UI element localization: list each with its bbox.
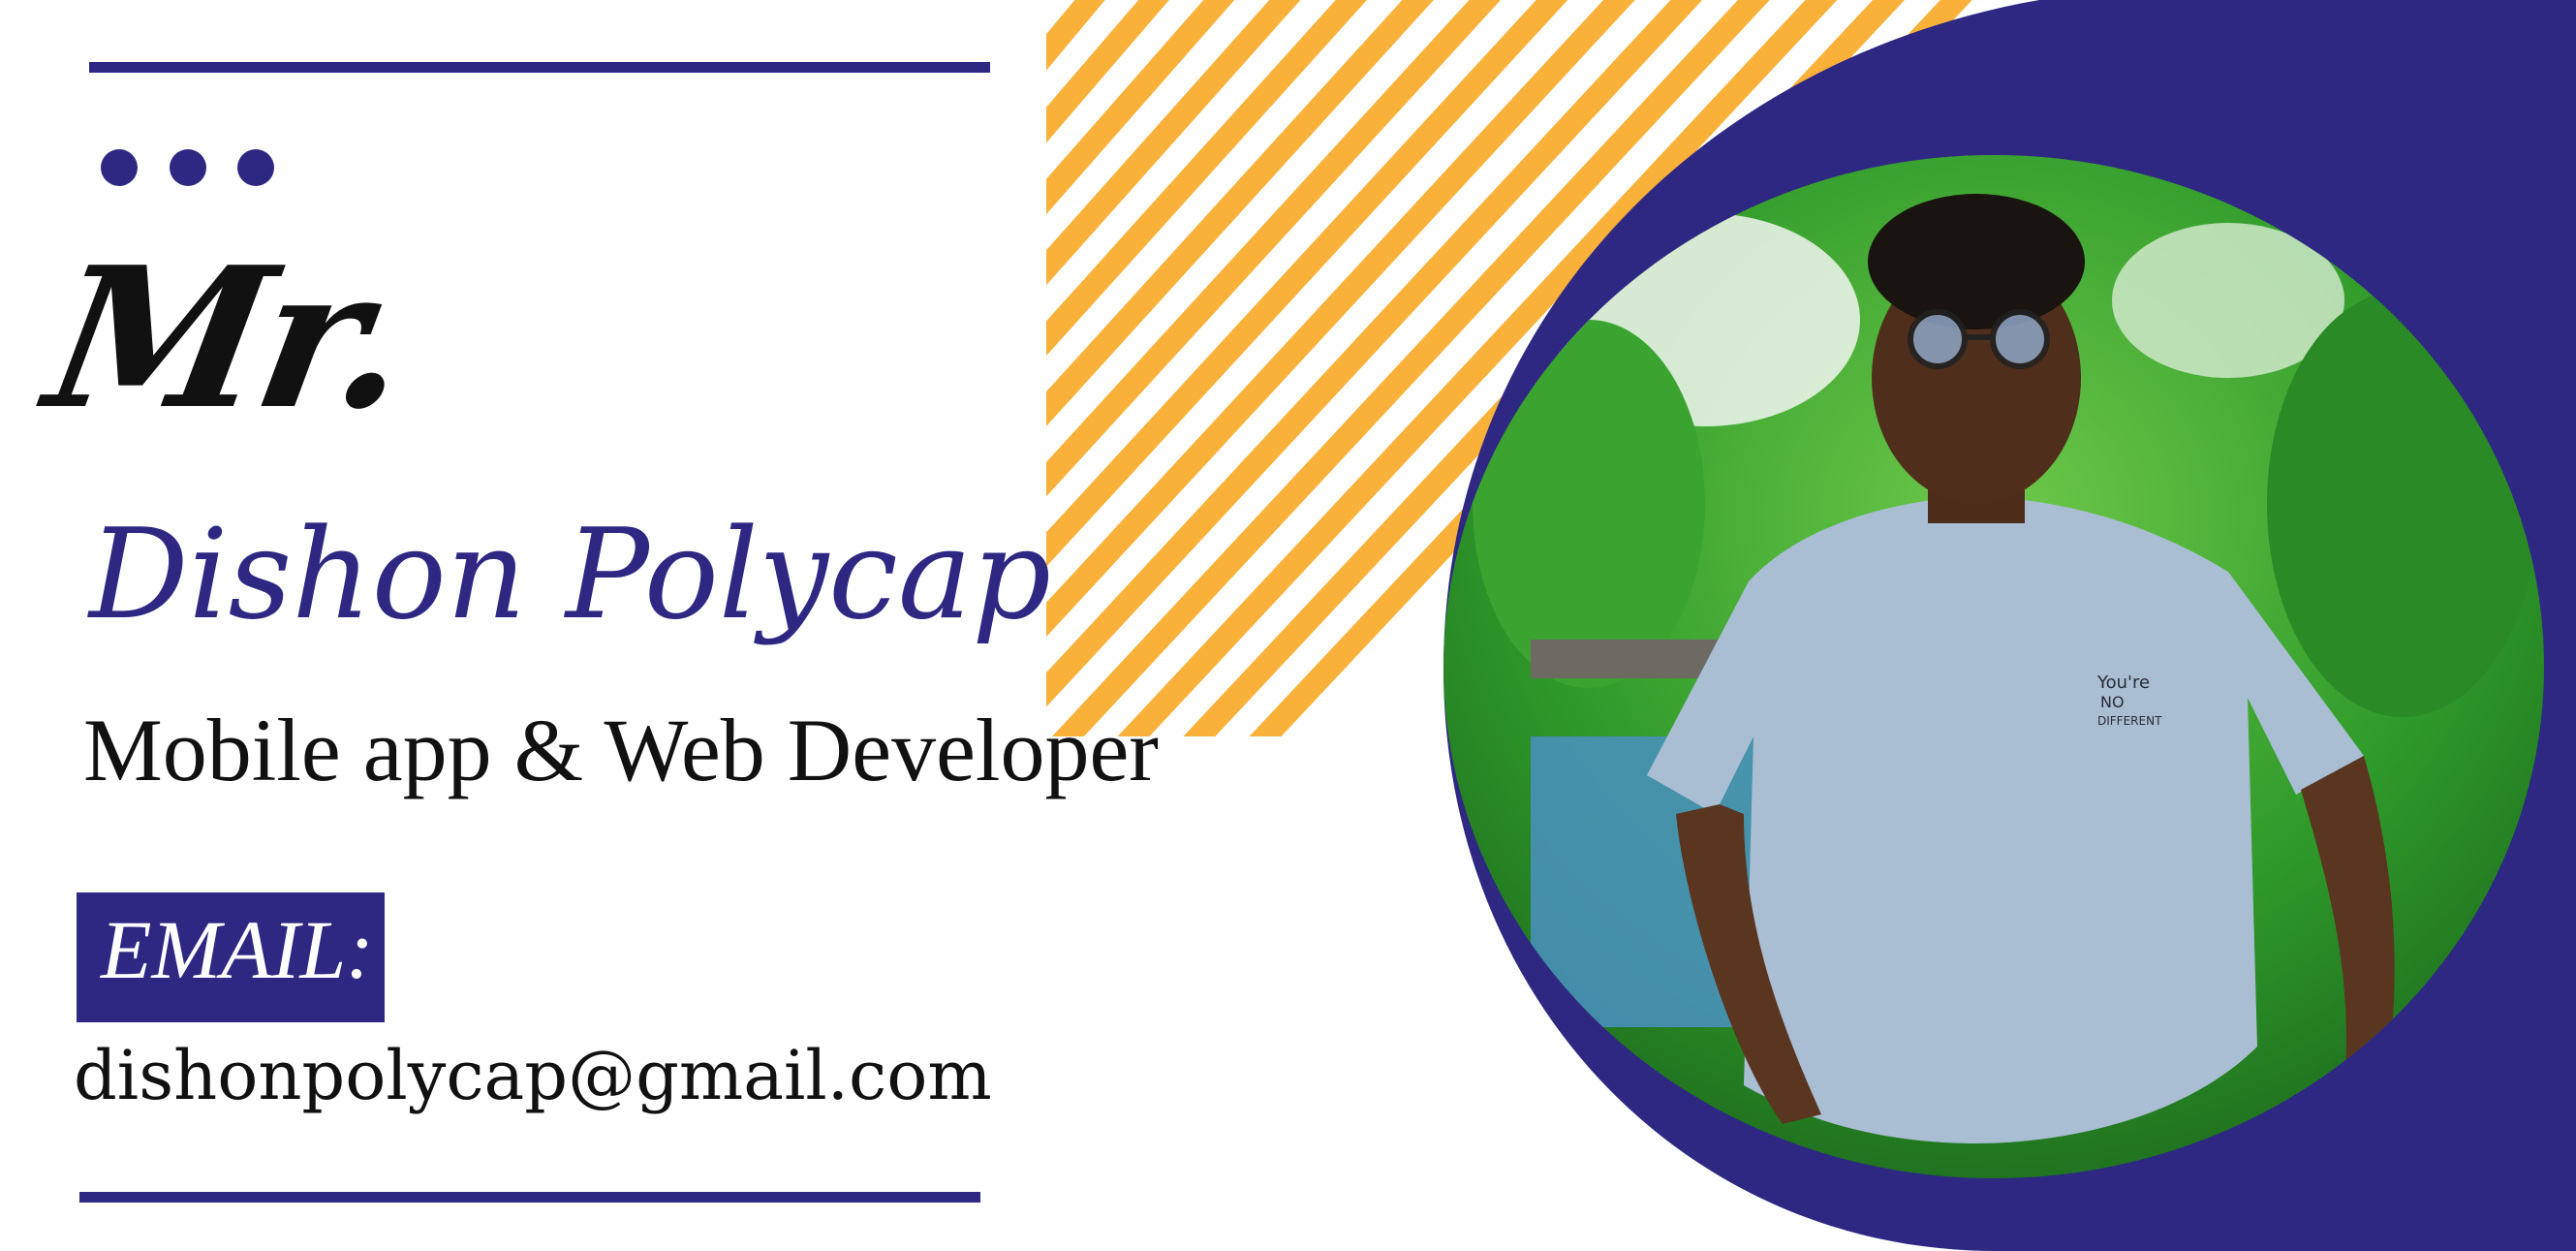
- top-divider-line: [89, 62, 990, 73]
- decorative-dot: [170, 149, 206, 186]
- email-address-link[interactable]: dishonpolycap@gmail.com: [74, 1042, 992, 1110]
- job-title: Mobile app & Web Developer: [83, 701, 1159, 799]
- portrait-photo: You're NO DIFFERENT: [1443, 155, 2544, 1178]
- person-name: Dishon Polycap: [89, 503, 1052, 647]
- bottom-divider-line: [79, 1192, 980, 1203]
- svg-text:You're: You're: [2096, 672, 2150, 693]
- svg-text:NO: NO: [2100, 693, 2125, 711]
- svg-text:DIFFERENT: DIFFERENT: [2097, 714, 2162, 728]
- decorative-dot: [237, 149, 274, 186]
- honorific-title: Mr.: [33, 225, 422, 453]
- decorative-dot: [101, 149, 138, 186]
- email-label: EMAIL:: [101, 903, 374, 996]
